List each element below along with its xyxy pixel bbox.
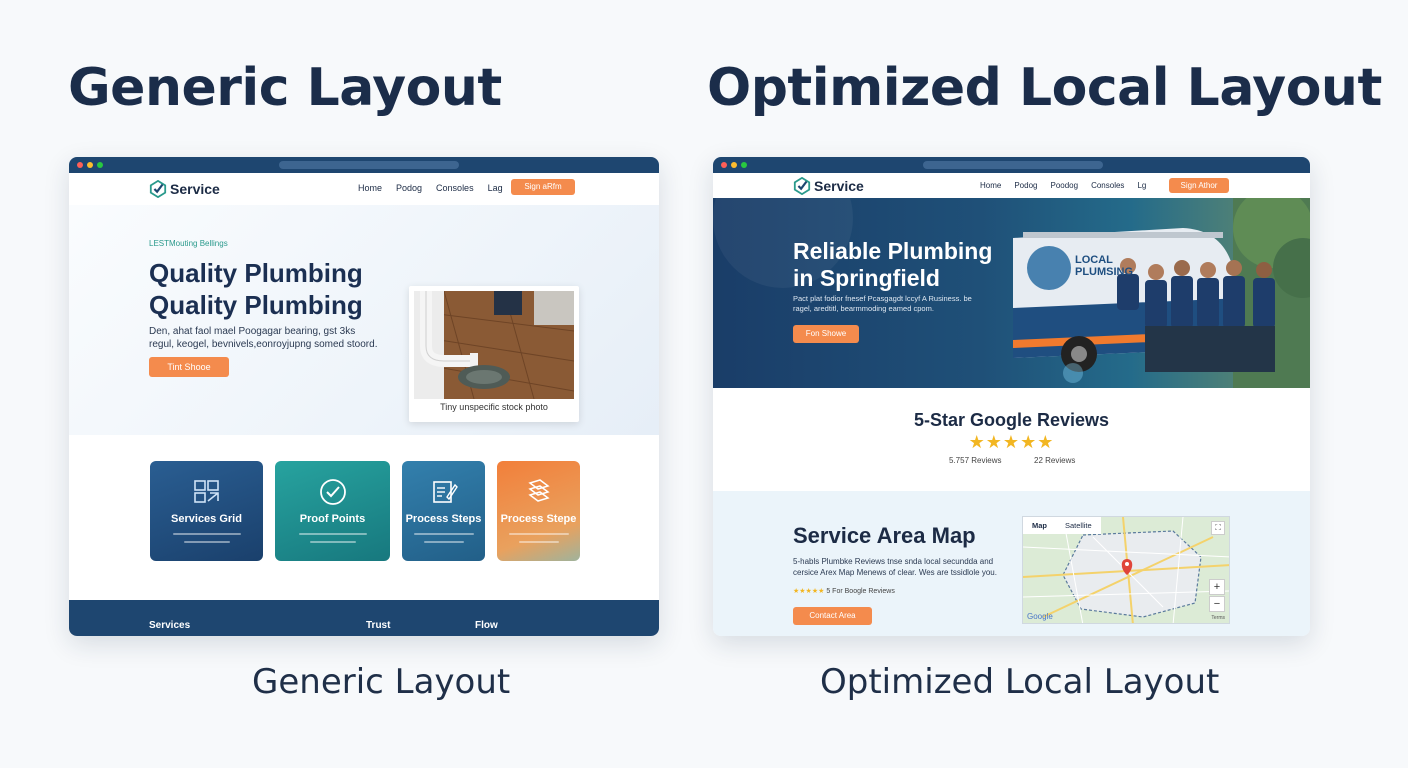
tile-label: Proof Points <box>299 513 366 525</box>
sign-in-button[interactable]: Sign aRfm <box>511 179 575 195</box>
nav-link-podog[interactable]: Podog <box>1014 181 1037 190</box>
tile-process-steps[interactable]: Process Steps <box>402 461 485 561</box>
generic-layout-title: Generic Layout <box>68 58 502 118</box>
tab-map[interactable]: Map <box>1023 517 1056 534</box>
browser-chrome <box>69 157 659 173</box>
optimized-navbar: Service Home Podog Poodog Consoles Lg Si… <box>713 173 1310 198</box>
nav-links: Home Podog Consoles Lag <box>358 183 503 193</box>
tile-label: Services Grid <box>171 513 242 525</box>
footer-link-trust[interactable]: Trust <box>366 620 390 631</box>
close-dot-icon <box>721 162 727 168</box>
map-terms-link[interactable]: Terms <box>1211 615 1225 621</box>
minimize-dot-icon <box>87 162 93 168</box>
mini-reviews: ★★★★★ 5 For Boogle Reviews <box>793 588 895 595</box>
stock-photo-caption: Tiny unspecific stock photo <box>440 402 548 412</box>
hero-description: Den, ahat faol mael Poogagar bearing, gs… <box>149 326 378 350</box>
google-reviews-section: 5-Star Google Reviews ★★★★★ 5.757 Review… <box>713 388 1310 484</box>
optimized-layout-caption: Optimized Local Layout <box>820 662 1220 702</box>
brand-check-icon <box>793 177 811 195</box>
service-area-map[interactable]: Map Satellite ⛶ + − Google Terms <box>1022 516 1230 624</box>
feature-tiles: Services Grid Proof Points Process Steps… <box>150 461 590 561</box>
address-bar[interactable] <box>279 161 459 169</box>
zoom-out-button[interactable]: − <box>1209 596 1225 612</box>
zoom-in-button[interactable]: + <box>1209 579 1225 595</box>
google-logo: Google <box>1027 612 1053 621</box>
browser-chrome <box>713 157 1310 173</box>
edit-doc-icon <box>432 481 458 503</box>
review-count: 5.757 Reviews <box>949 456 1002 465</box>
generic-navbar: Service Home Podog Consoles Lag Sign aRf… <box>69 173 659 205</box>
star-rating-icon: ★★★★★ <box>968 432 1055 452</box>
hero-headline-1: Quality Plumbing <box>149 258 363 288</box>
maximize-dot-icon <box>97 162 103 168</box>
hero-van-photo <box>713 198 1310 388</box>
nav-link-poodog[interactable]: Poodog <box>1050 181 1078 190</box>
mini-star-icon: ★★★★★ <box>793 588 825 595</box>
tile-proof-points[interactable]: Proof Points <box>275 461 390 561</box>
hero-cta-button[interactable]: Fon Showe <box>793 325 859 343</box>
optimized-site-mockup: Service Home Podog Poodog Consoles Lg Si… <box>713 157 1310 636</box>
check-circle-icon <box>319 479 346 505</box>
layers-icon <box>527 479 550 502</box>
tile-services-grid[interactable]: Services Grid <box>150 461 263 561</box>
hero-headline-2: Quality Plumbing <box>149 290 363 320</box>
map-type-tabs: Map Satellite <box>1023 517 1101 534</box>
maximize-dot-icon <box>741 162 747 168</box>
generic-footer: Services Trust Flow <box>69 600 659 636</box>
tab-satellite[interactable]: Satellite <box>1056 517 1101 534</box>
service-area-section: Service Area Map 5-habls Plumbke Reviews… <box>713 491 1310 636</box>
address-bar[interactable] <box>923 161 1103 169</box>
nav-link-consoles[interactable]: Consoles <box>1091 181 1124 190</box>
nav-link-home[interactable]: Home <box>358 183 382 193</box>
contact-area-button[interactable]: Contact Area <box>793 607 872 625</box>
grid-icon <box>193 480 219 503</box>
tile-label: Process Stepe <box>500 513 577 525</box>
generic-site-mockup: Service Home Podog Consoles Lag Sign aRf… <box>69 157 659 636</box>
hero-tagline: LESTMouting Bellings <box>149 239 228 248</box>
van-logo-text: LOCAL PLUMSING <box>1075 254 1134 278</box>
hero-headline: Reliable Plumbing in Springfield <box>793 238 993 291</box>
brand-logo[interactable]: Service <box>793 177 864 195</box>
generic-layout-caption: Generic Layout <box>252 662 511 702</box>
brand-logo[interactable]: Service <box>149 180 220 198</box>
nav-links: Home Podog Poodog Consoles Lg <box>980 181 1146 190</box>
nav-link-lg[interactable]: Lg <box>1137 181 1146 190</box>
hero-description: Pact plat fodior fnesef Pcasgagdt lccyf … <box>793 294 972 313</box>
brand-check-icon <box>149 180 167 198</box>
nav-link-home[interactable]: Home <box>980 181 1001 190</box>
nav-link-podog[interactable]: Podog <box>396 183 422 193</box>
minimize-dot-icon <box>731 162 737 168</box>
optimized-hero: LOCAL PLUMSING Reliable Plumbing in Sprin… <box>713 198 1310 388</box>
tile-process-stepe[interactable]: Process Stepe <box>497 461 580 561</box>
fullscreen-icon[interactable]: ⛶ <box>1211 521 1225 535</box>
hero-cta-button[interactable]: Tint Shooe <box>149 357 229 377</box>
footer-link-services[interactable]: Services <box>149 620 190 631</box>
reviews-title: 5-Star Google Reviews <box>913 410 1110 430</box>
stock-photo <box>414 291 574 399</box>
nav-link-consoles[interactable]: Consoles <box>436 183 474 193</box>
footer-link-flow[interactable]: Flow <box>475 620 498 631</box>
brand-name: Service <box>814 178 864 194</box>
sign-in-button[interactable]: Sign Athor <box>1169 178 1229 193</box>
service-area-title: Service Area Map <box>793 523 976 548</box>
stock-photo-card: Tiny unspecific stock photo <box>409 286 579 422</box>
service-area-description: 5-habls Plumbke Reviews tnse snda local … <box>793 557 997 577</box>
close-dot-icon <box>77 162 83 168</box>
generic-hero: LESTMouting Bellings Quality Plumbing Qu… <box>69 205 659 435</box>
review-count-secondary: 22 Reviews <box>1034 456 1076 465</box>
nav-link-lag[interactable]: Lag <box>488 183 503 193</box>
tile-label: Process Steps <box>405 513 482 525</box>
optimized-layout-title: Optimized Local Layout <box>707 58 1382 118</box>
brand-name: Service <box>170 181 220 197</box>
